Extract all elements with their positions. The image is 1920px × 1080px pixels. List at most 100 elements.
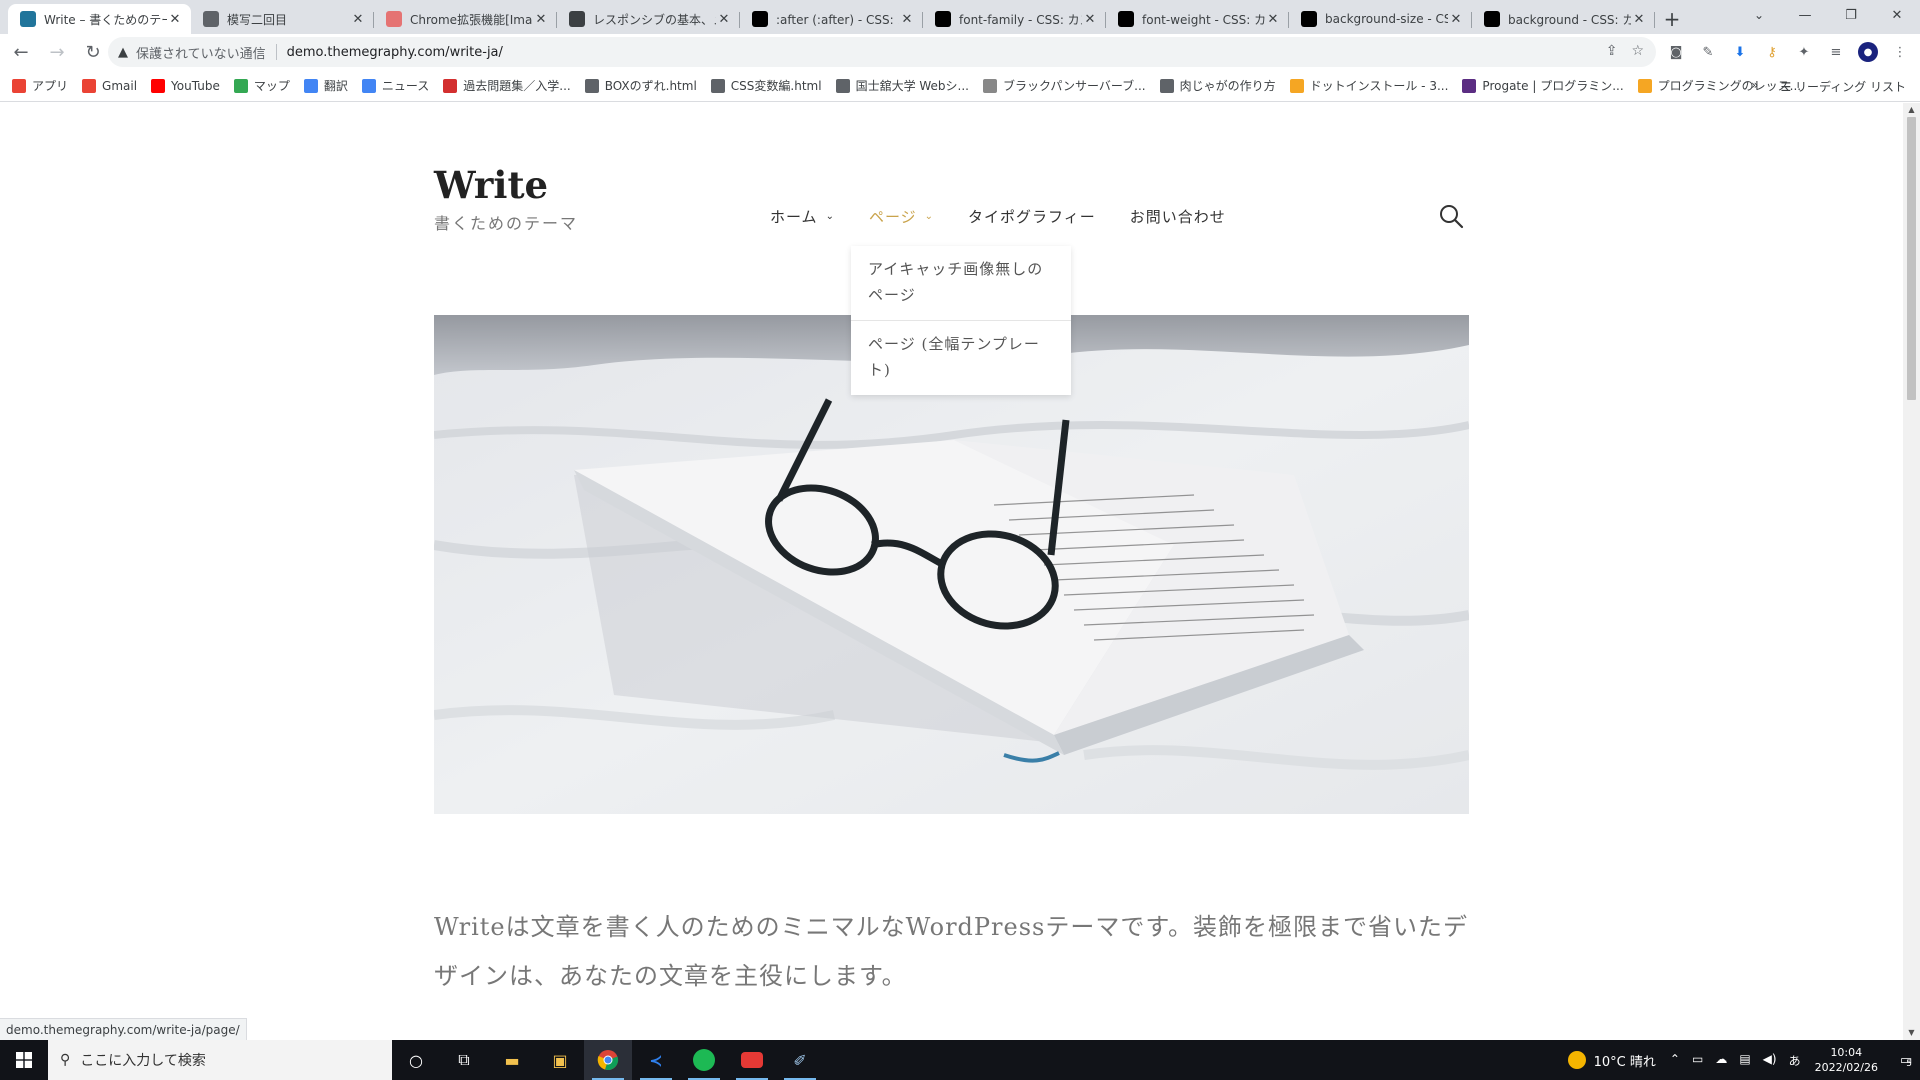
back-button[interactable]: ← — [6, 37, 36, 67]
browser-tab[interactable]: font-family - CSS: カス ✕ — [923, 4, 1106, 34]
bookmark-item[interactable]: ドットインストール - 3... — [1289, 77, 1448, 94]
browser-tab[interactable]: background - CSS: カ ✕ — [1472, 4, 1655, 34]
key-extension-icon[interactable]: ⚷ — [1762, 42, 1782, 62]
maximize-button[interactable]: ❐ — [1828, 0, 1874, 30]
close-tab-icon[interactable]: ✕ — [1082, 12, 1098, 27]
video-app-icon[interactable] — [728, 1040, 776, 1080]
submenu-item[interactable]: アイキャッチ画像無しのページ — [851, 246, 1071, 320]
share-icon[interactable]: ⇪ — [1606, 43, 1618, 59]
close-tab-icon[interactable]: ✕ — [1631, 12, 1647, 27]
notification-center-button[interactable]: ▭ 5 — [1892, 1051, 1920, 1070]
submenu-item[interactable]: ページ (全幅テンプレート) — [851, 320, 1071, 395]
page-scrollbar[interactable]: ▲ ▼ — [1903, 103, 1920, 1040]
reload-button[interactable]: ↻ — [78, 37, 108, 67]
chrome-icon[interactable] — [584, 1040, 632, 1080]
bookmark-item[interactable]: BOXのずれ.html — [584, 77, 697, 94]
close-tab-icon[interactable]: ✕ — [1265, 12, 1281, 27]
bookmark-item[interactable]: ニュース — [361, 77, 429, 94]
tab-title: background - CSS: カ — [1508, 12, 1631, 27]
menu-item[interactable]: ページ ⌄ — [869, 206, 934, 227]
scroll-up-arrow-icon[interactable]: ▲ — [1907, 105, 1916, 115]
close-window-button[interactable]: ✕ — [1874, 0, 1920, 30]
warning-icon[interactable]: ▲ — [118, 45, 128, 60]
menu-item[interactable]: お問い合わせ — [1130, 206, 1226, 227]
browser-tab[interactable]: background-size - CS ✕ — [1289, 4, 1472, 34]
start-button[interactable] — [0, 1040, 48, 1080]
chrome-logo-icon — [597, 1050, 619, 1071]
close-tab-icon[interactable]: ✕ — [899, 12, 915, 27]
weather-widget[interactable]: 10°C 晴れ — [1567, 1051, 1656, 1070]
spotify-icon[interactable] — [680, 1040, 728, 1080]
site-title[interactable]: Write — [434, 163, 548, 207]
clock[interactable]: 10:04 2022/02/26 — [1815, 1045, 1878, 1075]
reading-list-button[interactable]: ☰ リーディング リスト — [1780, 78, 1906, 95]
windows-taskbar: ⚲ ここに入力して検索 ○ ⧉ ▬ ▣ ≺ ✐ 10°C 晴れ ⌃ ▭ ☁ ▤ … — [0, 1040, 1920, 1080]
bookmark-item[interactable]: 国士舘大学 Webシ... — [835, 77, 969, 94]
spotify-logo-icon — [693, 1049, 715, 1071]
red-app-logo-icon — [741, 1052, 763, 1068]
address-separator — [275, 44, 277, 60]
close-tab-icon[interactable]: ✕ — [350, 12, 366, 27]
ime-indicator[interactable]: あ — [1789, 1052, 1801, 1069]
new-tab-button[interactable]: + — [1655, 4, 1689, 34]
vscode-icon[interactable]: ≺ — [632, 1040, 680, 1080]
url-text[interactable]: demo.themegraphy.com/write-ja/ — [287, 45, 503, 60]
menu-kebab-icon[interactable]: ⋮ — [1890, 42, 1910, 62]
bookmarks-overflow-button[interactable]: » — [1751, 78, 1758, 95]
address-bar[interactable]: ▲ 保護されていない通信 demo.themegraphy.com/write-… — [108, 37, 1656, 67]
tab-search-button[interactable]: ⌄ — [1736, 0, 1782, 30]
cortana-button[interactable]: ○ — [392, 1040, 440, 1080]
close-tab-icon[interactable]: ✕ — [1448, 12, 1464, 27]
browser-tab[interactable]: Chrome拡張機能[Imag ✕ — [374, 4, 557, 34]
download-extension-icon[interactable]: ⬇ — [1730, 42, 1750, 62]
scrollbar-thumb[interactable] — [1907, 117, 1916, 400]
bookmark-item[interactable]: CSS変数編.html — [710, 77, 822, 94]
close-tab-icon[interactable]: ✕ — [533, 12, 549, 27]
close-tab-icon[interactable]: ✕ — [716, 12, 732, 27]
link-status-bubble: demo.themegraphy.com/write-ja/page/ — [0, 1018, 247, 1040]
bookmark-item[interactable]: Gmail — [82, 78, 137, 93]
bookmark-item[interactable]: ブラックパンサーバーブ... — [982, 77, 1146, 94]
forward-button[interactable]: → — [42, 37, 72, 67]
maps-icon — [233, 78, 248, 93]
bookmark-label: アプリ — [32, 79, 69, 93]
taskbar-search[interactable]: ⚲ ここに入力して検索 — [48, 1040, 392, 1080]
tray-expand-icon[interactable]: ⌃ — [1670, 1052, 1680, 1069]
task-view-button[interactable]: ⧉ — [440, 1040, 488, 1080]
browser-tab[interactable]: font-weight - CSS: カ ✕ — [1106, 4, 1289, 34]
menu-item[interactable]: タイポグラフィー — [968, 206, 1096, 227]
menu-item[interactable]: ホーム ⌄ — [770, 206, 835, 227]
browser-tab[interactable]: レスポンシブの基本、メデ✕ — [557, 4, 740, 34]
paint-app-icon[interactable]: ✐ — [776, 1040, 824, 1080]
onedrive-icon[interactable]: ☁ — [1715, 1052, 1727, 1069]
security-status[interactable]: 保護されていない通信 — [136, 43, 266, 62]
media-control-icon[interactable]: ≡ — [1826, 42, 1846, 62]
screenshot-extension-icon[interactable]: ◙ — [1666, 42, 1686, 62]
bookmark-item[interactable]: YouTube — [151, 78, 220, 93]
bookmark-item[interactable]: 過去問題集／入学... — [443, 77, 571, 94]
search-icon[interactable] — [1438, 203, 1464, 229]
scroll-down-arrow-icon[interactable]: ▼ — [1907, 1028, 1916, 1038]
mdn-icon — [1484, 11, 1500, 27]
network-icon[interactable]: ▤ — [1739, 1052, 1750, 1069]
browser-tab[interactable]: Write – 書くためのテーマ✕ — [8, 4, 191, 34]
clock-date: 2022/02/26 — [1814, 1061, 1878, 1074]
bookmark-star-icon[interactable]: ☆ — [1631, 43, 1644, 59]
bookmark-label: 国士舘大学 Webシ... — [855, 79, 969, 93]
browser-tab[interactable]: 模写二回目 ✕ — [191, 4, 374, 34]
bookmark-item[interactable]: アプリ — [12, 77, 68, 94]
browser-tab[interactable]: :after (:after) - CSS: カ ✕ — [740, 4, 923, 34]
file-explorer-icon[interactable]: ▬ — [488, 1040, 536, 1080]
bookmark-item[interactable]: 翻訳 — [303, 77, 348, 94]
meet-now-icon[interactable]: ▭ — [1692, 1052, 1703, 1069]
bookmark-item[interactable]: Progate | プログラミン... — [1462, 77, 1624, 94]
bookmark-item[interactable]: 肉じゃがの作り方 — [1159, 77, 1276, 94]
puzzle-extensions-icon[interactable]: ✦ — [1794, 42, 1814, 62]
volume-icon[interactable]: ◀) — [1763, 1052, 1777, 1069]
minimize-button[interactable]: — — [1782, 0, 1828, 30]
pen-extension-icon[interactable]: ✎ — [1698, 42, 1718, 62]
bookmark-item[interactable]: マップ — [233, 77, 290, 94]
close-tab-icon[interactable]: ✕ — [167, 12, 183, 27]
profile-avatar-icon[interactable]: ● — [1858, 42, 1878, 62]
store-icon[interactable]: ▣ — [536, 1040, 584, 1080]
